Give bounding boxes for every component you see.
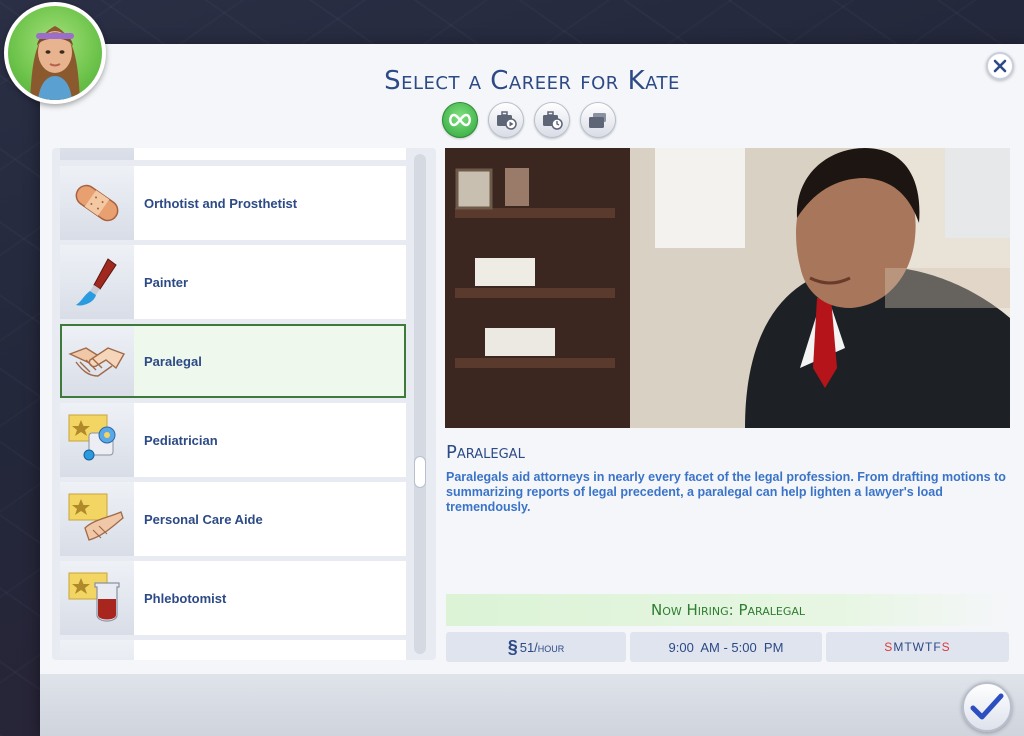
avatar-portrait — [8, 6, 102, 100]
filter-part-time-button[interactable] — [488, 102, 524, 138]
work-day-sunday: S — [884, 640, 894, 654]
sim-avatar[interactable] — [4, 2, 106, 104]
checkmark-icon — [970, 693, 1004, 720]
simoleon-icon: § — [507, 636, 518, 657]
career-list-item-partial[interactable] — [60, 640, 406, 660]
paintbrush-icon — [76, 258, 117, 306]
career-list-panel: Orthotist and Prosthetist Painter Parale… — [52, 148, 436, 660]
work-day-monday: M — [893, 640, 905, 654]
career-item-orthotist[interactable]: Orthotist and Prosthetist — [60, 166, 406, 240]
filter-full-time-button[interactable] — [534, 102, 570, 138]
briefcase-stack-icon — [589, 113, 606, 128]
career-icon-cell — [60, 148, 134, 160]
blood-vial-icon — [68, 572, 120, 622]
career-item-label: Orthotist and Prosthetist — [144, 195, 298, 211]
care-hands-icon — [68, 493, 124, 541]
pay-rate-value: 51/hour — [519, 639, 565, 655]
career-list-item-partial[interactable] — [60, 148, 406, 160]
career-item-phlebotomist[interactable]: Phlebotomist — [60, 561, 406, 635]
career-item-label: Pediatrician — [144, 432, 218, 448]
work-day-saturday: S — [941, 640, 951, 654]
career-item-label: Paralegal — [144, 353, 202, 369]
career-list-scrollbar[interactable] — [414, 154, 426, 654]
career-item-paralegal[interactable]: Paralegal — [60, 324, 406, 398]
briefcase-play-icon — [497, 111, 517, 130]
career-stats-row: § 51/hour 9:00 AM - 5:00 PM S M T W T F … — [446, 632, 1009, 662]
confirm-button[interactable] — [962, 682, 1012, 732]
career-preview-image — [445, 148, 1010, 428]
now-hiring-banner: Now Hiring: Paralegal — [446, 594, 1010, 626]
work-days: S M T W T F S — [826, 632, 1009, 662]
work-hours: 9:00 AM - 5:00 PM — [630, 632, 822, 662]
work-day-thursday: T — [924, 640, 934, 654]
briefcase-clock-icon — [543, 111, 563, 130]
pay-rate: § 51/hour — [446, 632, 626, 662]
filter-all-button[interactable] — [442, 102, 478, 138]
work-day-friday: F — [933, 640, 942, 654]
infinity-icon — [449, 113, 471, 127]
dialog-title: Select a Career for Kate — [384, 66, 680, 96]
pediatrician-icon — [68, 414, 116, 461]
career-item-label: Painter — [144, 274, 189, 290]
career-filter-bar — [442, 102, 616, 140]
filter-freelance-button[interactable] — [580, 102, 616, 138]
career-item-label: Personal Care Aide — [144, 511, 263, 527]
career-item-label: Phlebotomist — [144, 590, 227, 606]
career-icon-cell — [60, 640, 134, 660]
work-hours-value: 9:00 AM - 5:00 PM — [668, 639, 784, 655]
career-detail-title: Paralegal — [446, 442, 525, 463]
career-item-painter[interactable]: Painter — [60, 245, 406, 319]
handshake-icon — [68, 347, 126, 377]
work-day-tuesday: T — [904, 640, 913, 654]
bandage-icon — [75, 184, 119, 222]
career-item-pediatrician[interactable]: Pediatrician — [60, 403, 406, 477]
work-day-wednesday: W — [912, 640, 925, 654]
scrollbar-thumb[interactable] — [414, 456, 426, 488]
dialog-footer — [40, 674, 1024, 736]
career-item-personal-care-aide[interactable]: Personal Care Aide — [60, 482, 406, 556]
career-detail-description: Paralegals aid attorneys in nearly every… — [446, 470, 1006, 514]
